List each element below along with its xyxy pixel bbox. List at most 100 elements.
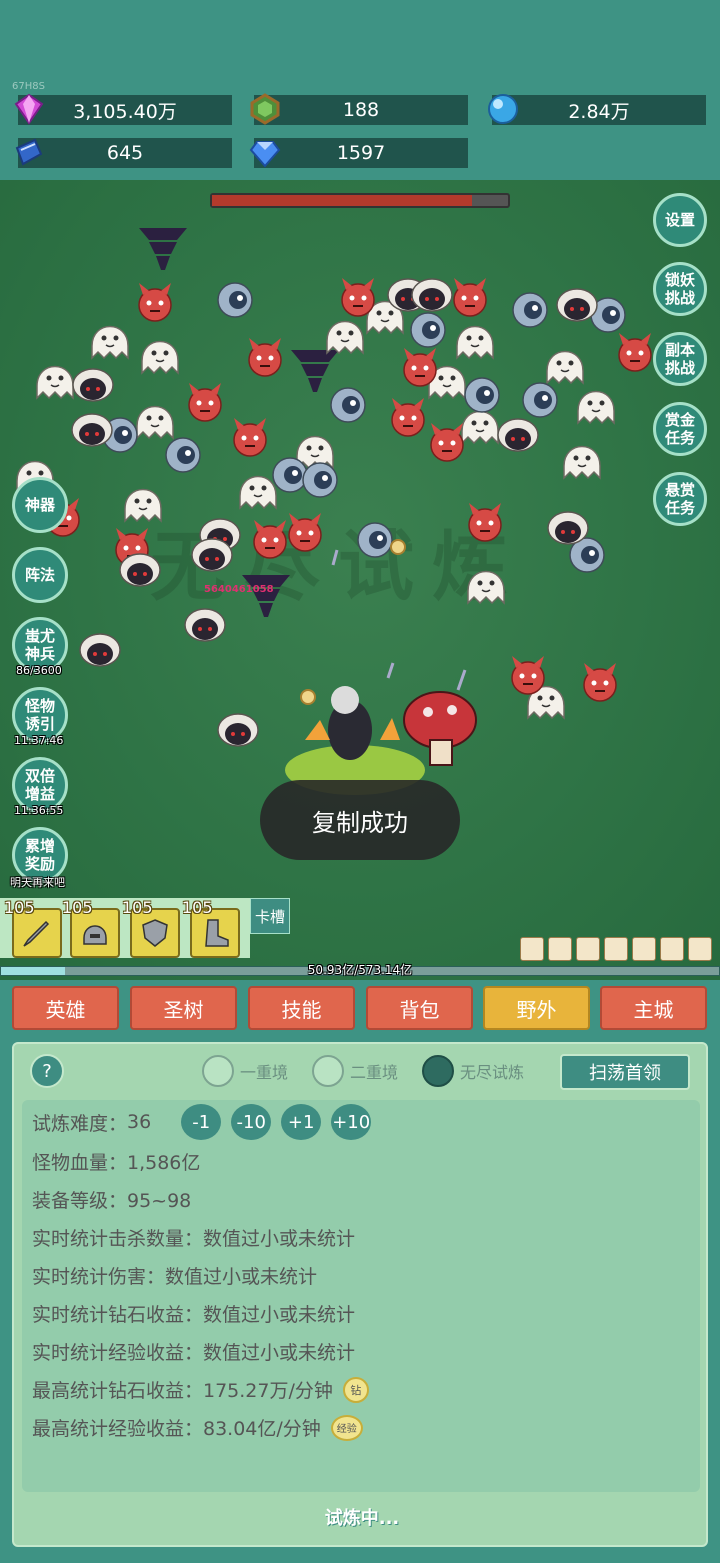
book-amount: 645 [106, 142, 144, 164]
monster-lure-timer: 11:37:46 [14, 734, 64, 747]
boss-hp-bar [210, 193, 510, 208]
reward-task-label: 悬赏 任务 [664, 481, 695, 517]
help-button[interactable]: ? [30, 1054, 64, 1088]
orb-amount: 2.84万 [568, 100, 630, 123]
crystal-icon [248, 135, 282, 169]
crystal-resource: 1597 [249, 138, 468, 168]
max-diamond-row: 最高统计钻石收益：175.27万/分钟 钻 [32, 1376, 369, 1403]
equip-slot-boots[interactable]: 105 [182, 898, 240, 958]
accum-reward-label: 累增 奖励 [24, 837, 55, 873]
green-gem-resource: 188 [250, 93, 468, 125]
sword-icon [23, 920, 50, 947]
card-slot-button[interactable]: 卡槽 [250, 898, 290, 934]
mode-option-1[interactable]: 一重境 [202, 1054, 288, 1088]
reward-task-button[interactable]: 悬赏 任务 [653, 472, 707, 526]
radio-icon [202, 1055, 234, 1087]
exp-income-stat: 实时统计经验收益：数值过小或未统计 [32, 1342, 356, 1364]
version-label: 67H8S [12, 81, 45, 92]
diamond-amount: 3,105.40万 [73, 100, 177, 123]
formation-label: 阵法 [24, 566, 55, 584]
equip-level-range: 装备等级：95~98 [32, 1190, 192, 1212]
shield-icon [142, 919, 168, 947]
trial-status: 试炼中... [324, 1508, 400, 1529]
diamond-icon [12, 92, 46, 126]
equip-level: 105 [182, 898, 213, 917]
tab-field[interactable]: 野外 [483, 986, 590, 1030]
skill-icon [548, 937, 572, 961]
mode-label: 无尽试炼 [460, 1063, 525, 1082]
monster-swarm [16, 228, 652, 795]
helmet-icon [83, 925, 107, 945]
equip-level: 105 [122, 898, 153, 917]
blue-orb-icon [486, 92, 520, 126]
diamond-coin-icon: 钻 [342, 1376, 369, 1403]
monster-hp: 怪物血量：1,586亿 [32, 1152, 201, 1174]
crystal-amount: 1597 [336, 142, 386, 164]
tab-hero[interactable]: 英雄 [12, 986, 119, 1030]
radio-icon [312, 1055, 344, 1087]
bounty-task-button[interactable]: 赏金 任务 [653, 402, 707, 456]
skill-icon [576, 937, 600, 961]
radio-selected-icon [422, 1055, 454, 1087]
trial-panel: ? 一重境 二重境 无尽试炼 扫荡首领 试炼难度： 36 -1 -10 +1 +… [12, 1042, 708, 1547]
double-buff-timer: 11:36:55 [14, 804, 64, 817]
equip-slot-helmet[interactable]: 105 [62, 898, 120, 958]
max-diamond-stat: 最高统计钻石收益：175.27万/分钟 [32, 1380, 333, 1402]
difficulty-plus-1-button[interactable]: +1 [281, 1104, 322, 1140]
skill-icon [520, 937, 544, 961]
difficulty-plus-10-button[interactable]: +10 [331, 1104, 372, 1140]
mode-option-endless[interactable]: 无尽试炼 [422, 1054, 524, 1088]
book-icon [12, 135, 46, 169]
stats-area: 试炼难度： 36 -1 -10 +1 +10 怪物血量：1,586亿 装备等级：… [22, 1100, 700, 1492]
difficulty-value: 36 [127, 1111, 152, 1133]
orb-resource: 2.84万 [488, 94, 706, 125]
green-gem-amount: 188 [342, 99, 380, 121]
tab-skill[interactable]: 技能 [248, 986, 355, 1030]
accum-reward-status: 明天再来吧 [10, 876, 65, 889]
difficulty-minus-1-button[interactable]: -1 [181, 1104, 222, 1140]
demon-challenge-label: 锁妖 挑战 [664, 271, 695, 307]
diamond-resource: 3,105.40万 [14, 93, 232, 125]
battlefield: 无尽试炼 5640461058 设置 锁妖 挑战 副本 挑战 赏金 任务 悬赏 … [0, 180, 720, 980]
boots-icon [205, 919, 229, 947]
sweep-boss-button[interactable]: 扫荡首领 [560, 1054, 690, 1090]
toast-message: 复制成功 [260, 780, 460, 860]
skill-icon [632, 937, 656, 961]
divine-weapon-label: 蚩尤 神兵 [24, 627, 55, 663]
resource-header: 67H8S 3,105.40万 188 2.84万 645 1597 [0, 0, 720, 180]
artifact-button[interactable]: 神器 [12, 477, 68, 533]
settings-label: 设置 [664, 211, 695, 229]
formation-button[interactable]: 阵法 [12, 547, 68, 603]
bounty-task-label: 赏金 任务 [664, 411, 695, 447]
difficulty-minus-10-button[interactable]: -10 [231, 1104, 272, 1140]
demon-challenge-button[interactable]: 锁妖 挑战 [653, 262, 707, 316]
mode-option-2[interactable]: 二重境 [312, 1054, 398, 1088]
book-resource: 645 [15, 138, 232, 168]
exp-coin-icon: 经验 [330, 1414, 363, 1441]
green-gem-icon [248, 92, 282, 126]
mode-label: 一重境 [240, 1063, 289, 1082]
equipment-bar: 105 105 105 105 [0, 898, 250, 958]
tab-tree[interactable]: 圣树 [130, 986, 237, 1030]
damage-stat: 实时统计伤害：数值过小或未统计 [32, 1266, 318, 1288]
dungeon-challenge-button[interactable]: 副本 挑战 [653, 332, 707, 386]
max-exp-stat: 最高统计经验收益：83.04亿/分钟 [32, 1418, 321, 1440]
kill-stat: 实时统计击杀数量：数值过小或未统计 [32, 1228, 356, 1250]
tab-city[interactable]: 主城 [600, 986, 707, 1030]
monster-lure-label: 怪物 诱引 [24, 697, 55, 733]
skill-icon [604, 937, 628, 961]
skill-icon [688, 937, 712, 961]
dungeon-challenge-label: 副本 挑战 [664, 341, 695, 377]
equip-slot-armor[interactable]: 105 [122, 898, 180, 958]
double-buff-label: 双倍 增益 [24, 767, 55, 803]
tab-bag[interactable]: 背包 [366, 986, 473, 1030]
equip-slot-weapon[interactable]: 105 [4, 898, 62, 958]
divine-weapon-progress: 86/3600 [16, 664, 62, 677]
artifact-label: 神器 [24, 496, 55, 514]
main-tabs: 英雄 圣树 技能 背包 野外 主城 [12, 986, 712, 1030]
settings-button[interactable]: 设置 [653, 193, 707, 247]
difficulty-label: 试炼难度： [32, 1112, 128, 1135]
damage-number: 5640461058 [204, 584, 274, 595]
equip-level: 105 [4, 898, 35, 917]
max-exp-row: 最高统计经验收益：83.04亿/分钟 经验 [32, 1414, 363, 1441]
